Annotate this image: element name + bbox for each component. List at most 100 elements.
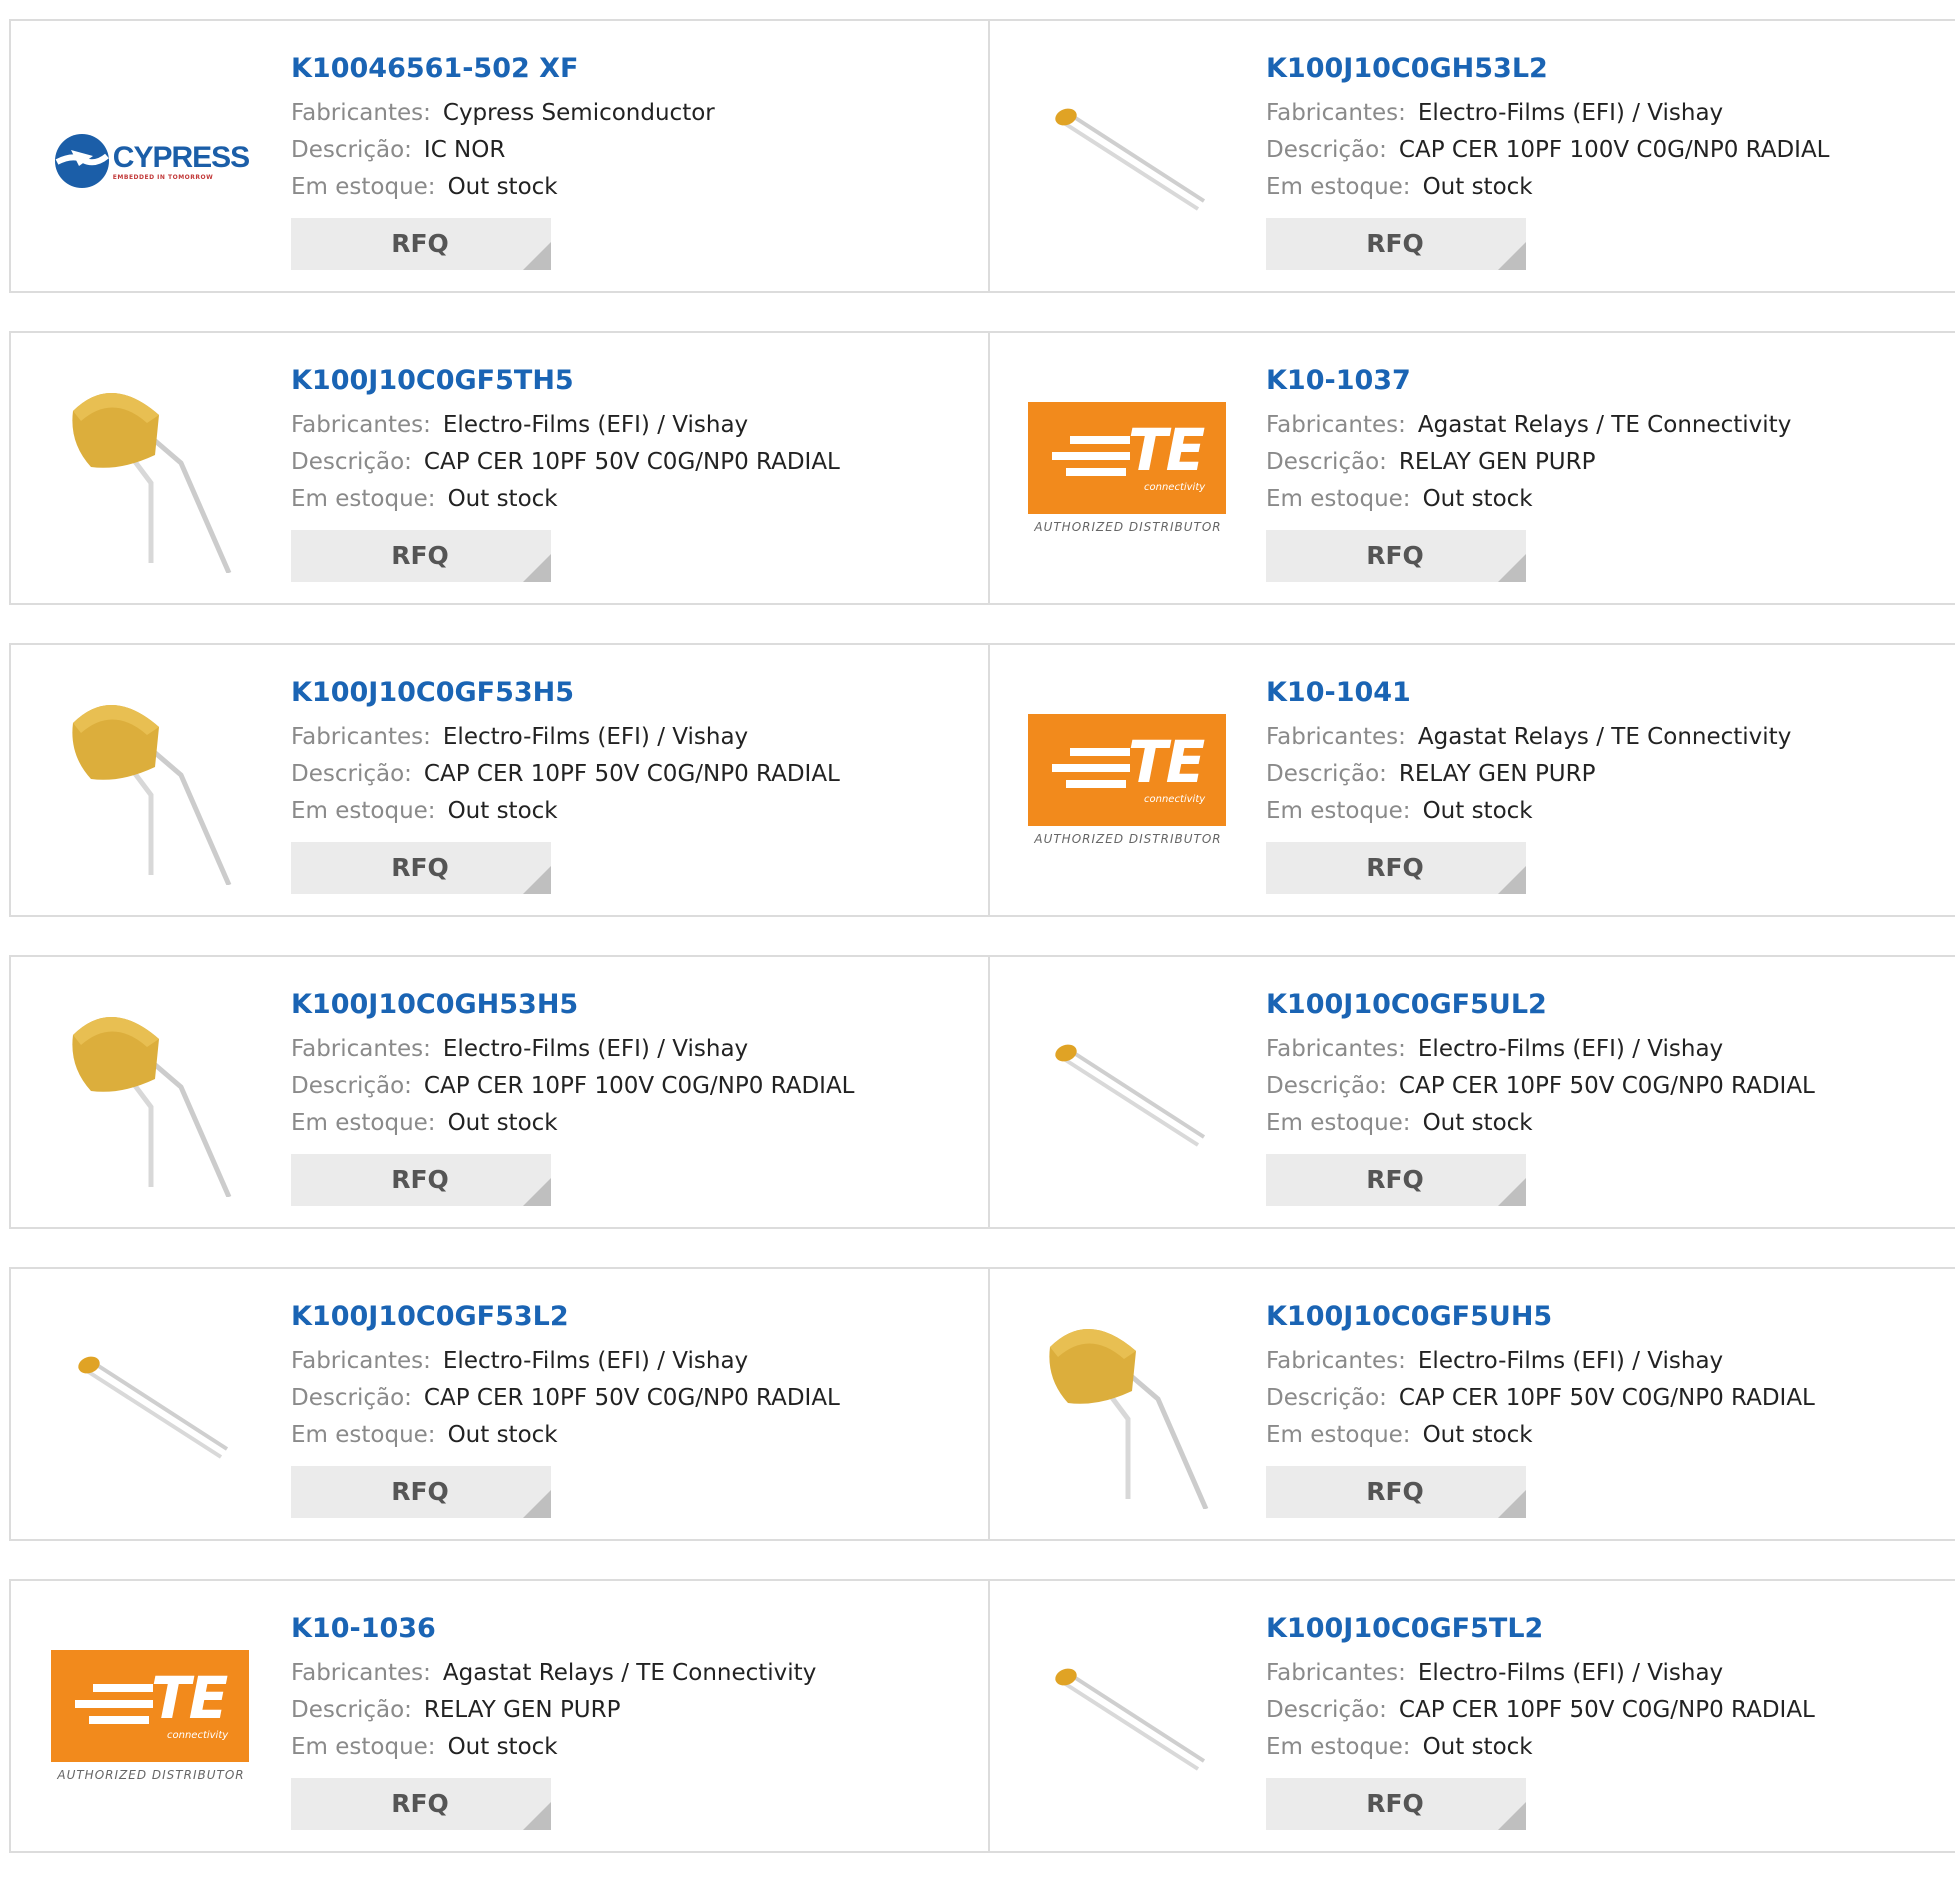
part-number-link[interactable]: K10-1037 [1266, 363, 1791, 399]
manufacturer-line: Fabricantes: Cypress Semiconductor [291, 95, 715, 132]
stock-value: Out stock [447, 1422, 558, 1448]
manufacturer-line: Fabricantes: Electro-Films (EFI) / Vishay [1266, 1655, 1815, 1692]
description-line: Descrição: CAP CER 10PF 50V C0G/NP0 RADIA… [291, 444, 840, 481]
rfq-button[interactable]: RFQ [1266, 1466, 1526, 1518]
description-label: Descrição: [1266, 761, 1387, 787]
product-image[interactable] [1028, 997, 1228, 1197]
rfq-button[interactable]: RFQ [291, 1154, 551, 1206]
te-stripes-icon [1052, 436, 1130, 476]
rfq-button[interactable]: RFQ [1266, 530, 1526, 582]
part-number-link[interactable]: K100J10C0GH53H5 [291, 987, 855, 1023]
rfq-button[interactable]: RFQ [291, 530, 551, 582]
product-image[interactable]: TE connectivity AUTHORIZED DISTRIBUTOR [1028, 373, 1228, 573]
stock-line: Em estoque: Out stock [291, 1105, 855, 1142]
description-label: Descrição: [1266, 137, 1387, 163]
product-image[interactable] [51, 373, 251, 573]
stock-line: Em estoque: Out stock [291, 1417, 840, 1454]
manufacturer-label: Fabricantes: [291, 100, 431, 126]
stock-value: Out stock [1422, 486, 1533, 512]
rfq-corner-decoration [523, 866, 551, 894]
rfq-button[interactable]: RFQ [291, 1466, 551, 1518]
product-grid: CYPRESS EMBEDDED IN TOMORROW K10046561-50… [9, 19, 1955, 1891]
rfq-button[interactable]: RFQ [291, 218, 551, 270]
description-value: CAP CER 10PF 100V C0G/NP0 RADIAL [1398, 137, 1830, 163]
product-image[interactable]: TE connectivity AUTHORIZED DISTRIBUTOR [1028, 685, 1228, 885]
stock-label: Em estoque: [1266, 486, 1411, 512]
rfq-label: RFQ [391, 1477, 449, 1506]
product-image[interactable] [1028, 1621, 1228, 1821]
rfq-label: RFQ [391, 229, 449, 258]
product-image[interactable] [51, 685, 251, 885]
product-image[interactable]: CYPRESS EMBEDDED IN TOMORROW [51, 61, 251, 261]
manufacturer-label: Fabricantes: [1266, 1036, 1406, 1062]
manufacturer-line: Fabricantes: Electro-Films (EFI) / Vishay [291, 407, 840, 444]
rfq-corner-decoration [1498, 866, 1526, 894]
authorized-distributor-label: AUTHORIZED DISTRIBUTOR [57, 1768, 245, 1782]
small-capacitor-icon [1055, 1044, 1206, 1147]
manufacturer-label: Fabricantes: [291, 412, 431, 438]
product-image[interactable] [51, 997, 251, 1197]
part-number-link[interactable]: K10-1041 [1266, 675, 1791, 711]
manufacturer-label: Fabricantes: [1266, 724, 1406, 750]
part-number-link[interactable]: K100J10C0GF5TH5 [291, 363, 840, 399]
part-number-link[interactable]: K100J10C0GF53L2 [291, 1299, 840, 1335]
rfq-button[interactable]: RFQ [291, 1778, 551, 1830]
rfq-corner-decoration [1498, 1178, 1526, 1206]
product-card: K100J10C0GH53L2 Fabricantes: Electro-Film… [988, 21, 1955, 291]
product-image[interactable] [1028, 61, 1228, 261]
product-card: K100J10C0GF5UL2 Fabricantes: Electro-Film… [988, 957, 1955, 1227]
stock-line: Em estoque: Out stock [1266, 1105, 1815, 1142]
rfq-button[interactable]: RFQ [291, 842, 551, 894]
product-row: TE connectivity AUTHORIZED DISTRIBUTOR K10… [9, 1579, 1955, 1853]
rfq-button[interactable]: RFQ [1266, 842, 1526, 894]
part-number-link[interactable]: K10-1036 [291, 1611, 816, 1647]
product-info: K100J10C0GF5UL2 Fabricantes: Electro-Film… [1266, 987, 1815, 1206]
manufacturer-value: Electro-Films (EFI) / Vishay [1417, 100, 1724, 126]
rfq-button[interactable]: RFQ [1266, 218, 1526, 270]
stock-line: Em estoque: Out stock [1266, 793, 1791, 830]
stock-label: Em estoque: [1266, 1422, 1411, 1448]
stock-line: Em estoque: Out stock [291, 169, 715, 206]
manufacturer-label: Fabricantes: [1266, 1348, 1406, 1374]
product-row: K100J10C0GF53H5 Fabricantes: Electro-Film… [9, 643, 1955, 917]
stock-label: Em estoque: [291, 174, 436, 200]
product-image[interactable] [51, 1309, 251, 1509]
part-number-link[interactable]: K10046561-502 XF [291, 51, 715, 87]
cypress-wordmark: CYPRESS [112, 140, 250, 174]
rfq-corner-decoration [523, 1178, 551, 1206]
large-capacitor-icon [72, 704, 232, 885]
small-capacitor-icon [1055, 1668, 1206, 1771]
part-number-link[interactable]: K100J10C0GF53H5 [291, 675, 840, 711]
manufacturer-line: Fabricantes: Agastat Relays / TE Connecti… [1266, 719, 1791, 756]
rfq-corner-decoration [1498, 554, 1526, 582]
part-number-link[interactable]: K100J10C0GH53L2 [1266, 51, 1830, 87]
stock-label: Em estoque: [291, 486, 436, 512]
manufacturer-line: Fabricantes: Electro-Films (EFI) / Vishay [291, 719, 840, 756]
product-card: CYPRESS EMBEDDED IN TOMORROW K10046561-50… [11, 21, 988, 291]
description-line: Descrição: CAP CER 10PF 50V C0G/NP0 RADIA… [291, 1380, 840, 1417]
product-card: K100J10C0GF53H5 Fabricantes: Electro-Film… [11, 645, 988, 915]
te-logo: TE connectivity AUTHORIZED DISTRIBUTOR [1028, 402, 1228, 544]
product-card: K100J10C0GH53H5 Fabricantes: Electro-Film… [11, 957, 988, 1227]
product-row: K100J10C0GF53L2 Fabricantes: Electro-Film… [9, 1267, 1955, 1541]
te-subtext: connectivity [167, 1730, 229, 1741]
small-capacitor-icon [78, 1356, 229, 1459]
part-number-link[interactable]: K100J10C0GF5TL2 [1266, 1611, 1815, 1647]
product-image[interactable]: TE connectivity AUTHORIZED DISTRIBUTOR [51, 1621, 251, 1821]
authorized-distributor-label: AUTHORIZED DISTRIBUTOR [1034, 520, 1222, 534]
stock-label: Em estoque: [291, 1734, 436, 1760]
part-number-link[interactable]: K100J10C0GF5UL2 [1266, 987, 1815, 1023]
manufacturer-label: Fabricantes: [291, 724, 431, 750]
product-card: TE connectivity AUTHORIZED DISTRIBUTOR K10… [988, 645, 1955, 915]
part-number-link[interactable]: K100J10C0GF5UH5 [1266, 1299, 1815, 1335]
product-row: K100J10C0GF5TH5 Fabricantes: Electro-Film… [9, 331, 1955, 605]
rfq-button[interactable]: RFQ [1266, 1154, 1526, 1206]
product-info: K100J10C0GH53L2 Fabricantes: Electro-Film… [1266, 51, 1830, 270]
product-info: K100J10C0GF5TL2 Fabricantes: Electro-Film… [1266, 1611, 1815, 1830]
rfq-corner-decoration [1498, 1490, 1526, 1518]
rfq-button[interactable]: RFQ [1266, 1778, 1526, 1830]
product-row: K100J10C0GH53H5 Fabricantes: Electro-Film… [9, 955, 1955, 1229]
rfq-label: RFQ [391, 1165, 449, 1194]
description-label: Descrição: [291, 1073, 412, 1099]
product-image[interactable] [1028, 1309, 1228, 1509]
